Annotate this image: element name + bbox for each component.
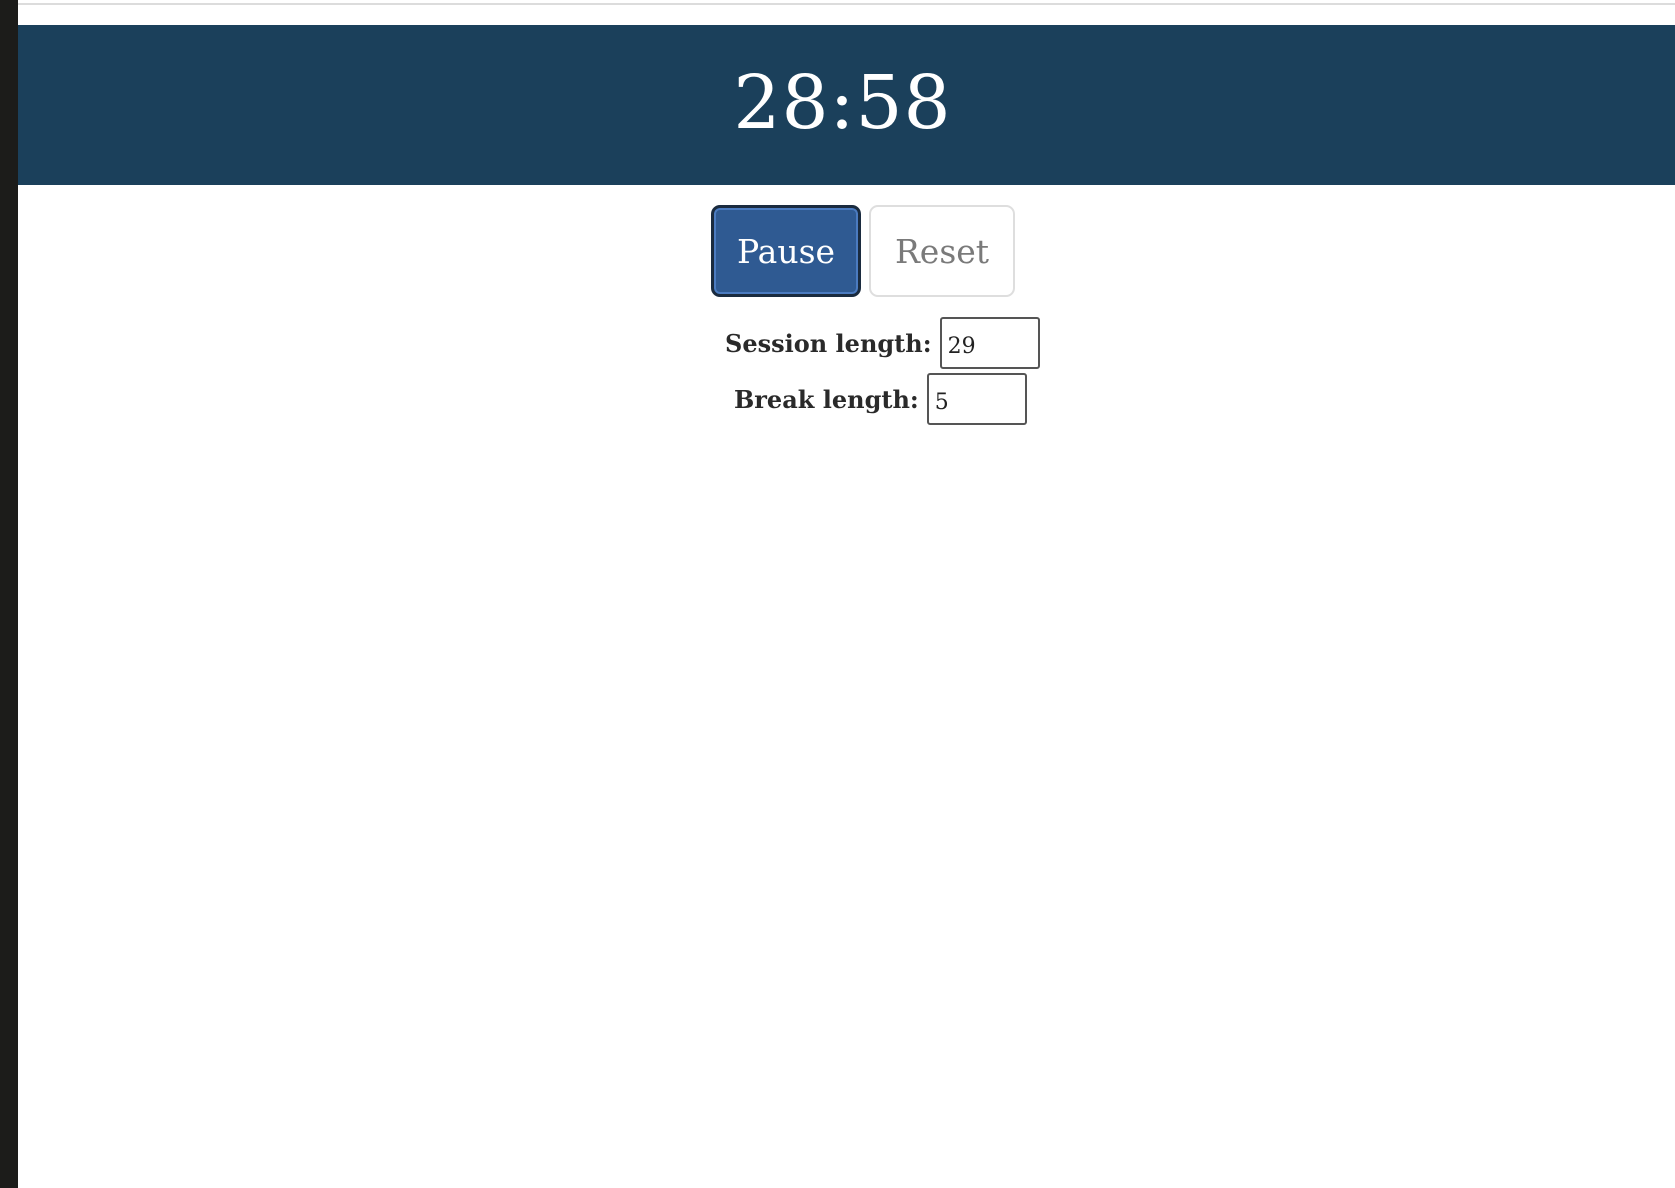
session-length-label: Session length: [725,328,932,358]
session-length-input[interactable] [939,317,1040,369]
break-length-label: Break length: [734,384,919,414]
session-length-row: Session length: [725,317,1040,369]
timer-display: 28:58 [733,60,952,146]
timer-controls: Pause Reset [711,205,1015,297]
break-length-input[interactable] [926,373,1027,425]
break-length-row: Break length: [734,373,1027,425]
window-left-edge [0,0,18,1188]
top-divider [18,3,1675,5]
reset-button[interactable]: Reset [869,205,1015,297]
timer-header: 28:58 [18,25,1675,185]
pause-button[interactable]: Pause [711,205,861,297]
